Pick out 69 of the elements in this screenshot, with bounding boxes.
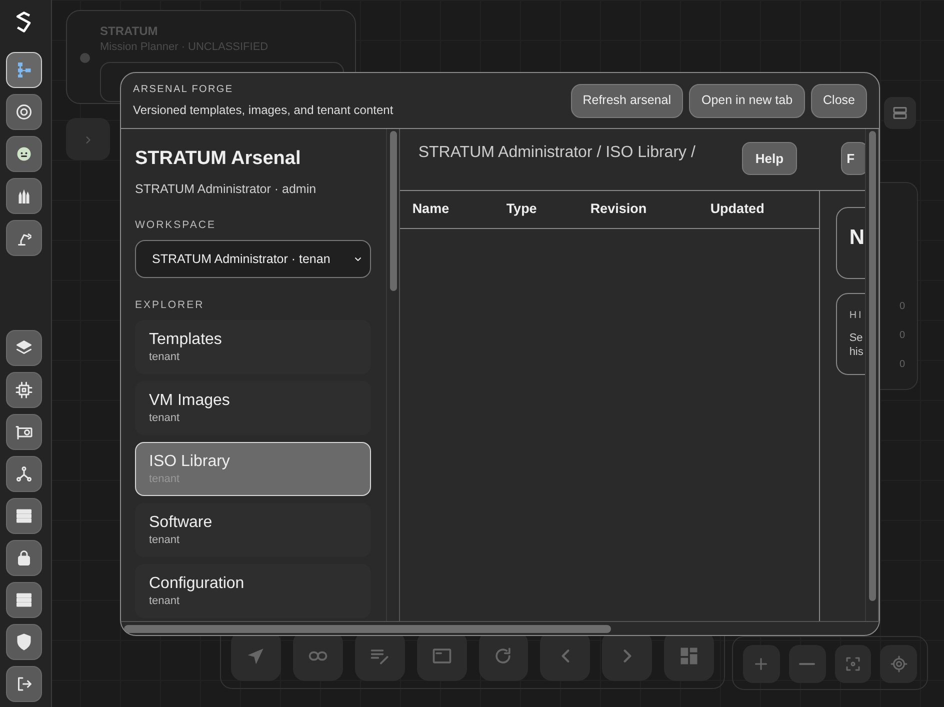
- layers-icon: [15, 339, 33, 357]
- stat-value: 0: [899, 329, 905, 343]
- column-header: Type: [506, 200, 538, 218]
- chip-icon: [15, 381, 33, 399]
- stat-value: 0: [899, 300, 905, 314]
- history-text: Se his: [849, 331, 864, 359]
- server-icon: [15, 591, 33, 609]
- detail-title: N: [849, 225, 864, 251]
- scrollbar-thumb[interactable]: [124, 625, 611, 633]
- dialog-subtitle: Versioned templates, images, and tenant content: [133, 102, 394, 119]
- explorer-item[interactable]: Templates tenant: [135, 320, 371, 374]
- rail-button[interactable]: [6, 136, 42, 172]
- fork-icon: [15, 465, 33, 483]
- explorer-item[interactable]: Software tenant: [135, 502, 371, 557]
- robot-face-icon: [15, 145, 33, 163]
- rail-button[interactable]: [6, 582, 42, 618]
- header-button[interactable]: Open in new tab: [689, 84, 805, 118]
- shield-icon: [15, 633, 33, 651]
- rail-button[interactable]: [6, 666, 42, 702]
- scrollbar-thumb[interactable]: [390, 131, 398, 291]
- hierarchy-icon: [15, 61, 33, 79]
- rail-button[interactable]: [6, 498, 42, 534]
- server-icon: [891, 104, 909, 122]
- user-label: STRATUM Administrator · admin: [135, 180, 318, 198]
- rail-button[interactable]: [6, 540, 42, 576]
- explorer-item[interactable]: VM Images tenant: [135, 380, 371, 435]
- column-header: Updated: [710, 200, 766, 218]
- workspace-value: STRATUM Administrator · tenan: [152, 250, 330, 268]
- sidebar-title: STRATUM Arsenal: [135, 147, 302, 171]
- graphics-card-icon: [15, 423, 33, 441]
- rail-button[interactable]: [6, 330, 42, 366]
- crosshair-icon: [890, 655, 908, 673]
- header-button[interactable]: Refresh arsenal: [570, 84, 683, 118]
- section-label: WORKSPACE: [135, 218, 217, 233]
- lock-icon: [15, 549, 33, 567]
- minus-icon: [799, 662, 816, 666]
- rail-button[interactable]: [6, 178, 42, 214]
- rail-button[interactable]: [6, 372, 42, 408]
- action-button[interactable]: Help: [742, 142, 797, 175]
- dialog-eyebrow: ARSENAL FORGE: [133, 83, 234, 98]
- zoom-button[interactable]: [743, 645, 780, 683]
- rail-button[interactable]: [6, 624, 42, 660]
- column-header: Revision: [590, 200, 648, 218]
- scrollbar-thumb[interactable]: [869, 131, 876, 601]
- workspace-select[interactable]: STRATUM Administrator · tenan: [135, 240, 371, 278]
- zoom-button[interactable]: [880, 645, 917, 683]
- rail-button[interactable]: [6, 456, 42, 492]
- server-button[interactable]: [884, 97, 916, 129]
- focus-icon: [844, 655, 862, 673]
- chevron-right-icon: [622, 649, 632, 663]
- logout-icon: [15, 675, 33, 693]
- zoom-button[interactable]: [788, 645, 826, 683]
- dashboard-icon: [678, 645, 700, 667]
- target-icon: [15, 103, 33, 121]
- section-label: EXPLORER: [135, 298, 206, 312]
- server-icon: [15, 507, 33, 525]
- status-dot: [80, 53, 90, 63]
- rail-button[interactable]: [6, 220, 42, 256]
- action-button[interactable]: F: [840, 142, 866, 175]
- explorer-item[interactable]: Configuration tenant: [135, 564, 371, 618]
- history-label: HI: [849, 309, 864, 323]
- chevron-left-icon: [560, 649, 570, 663]
- rail-button[interactable]: [6, 94, 42, 130]
- stat-value: 0: [899, 358, 905, 372]
- header-button[interactable]: Close: [811, 84, 867, 118]
- breadcrumb: STRATUM Administrator / ISO Library /: [418, 143, 696, 163]
- column-header: Name: [412, 200, 450, 218]
- zoom-button[interactable]: [834, 645, 872, 683]
- rail-button[interactable]: [6, 414, 42, 450]
